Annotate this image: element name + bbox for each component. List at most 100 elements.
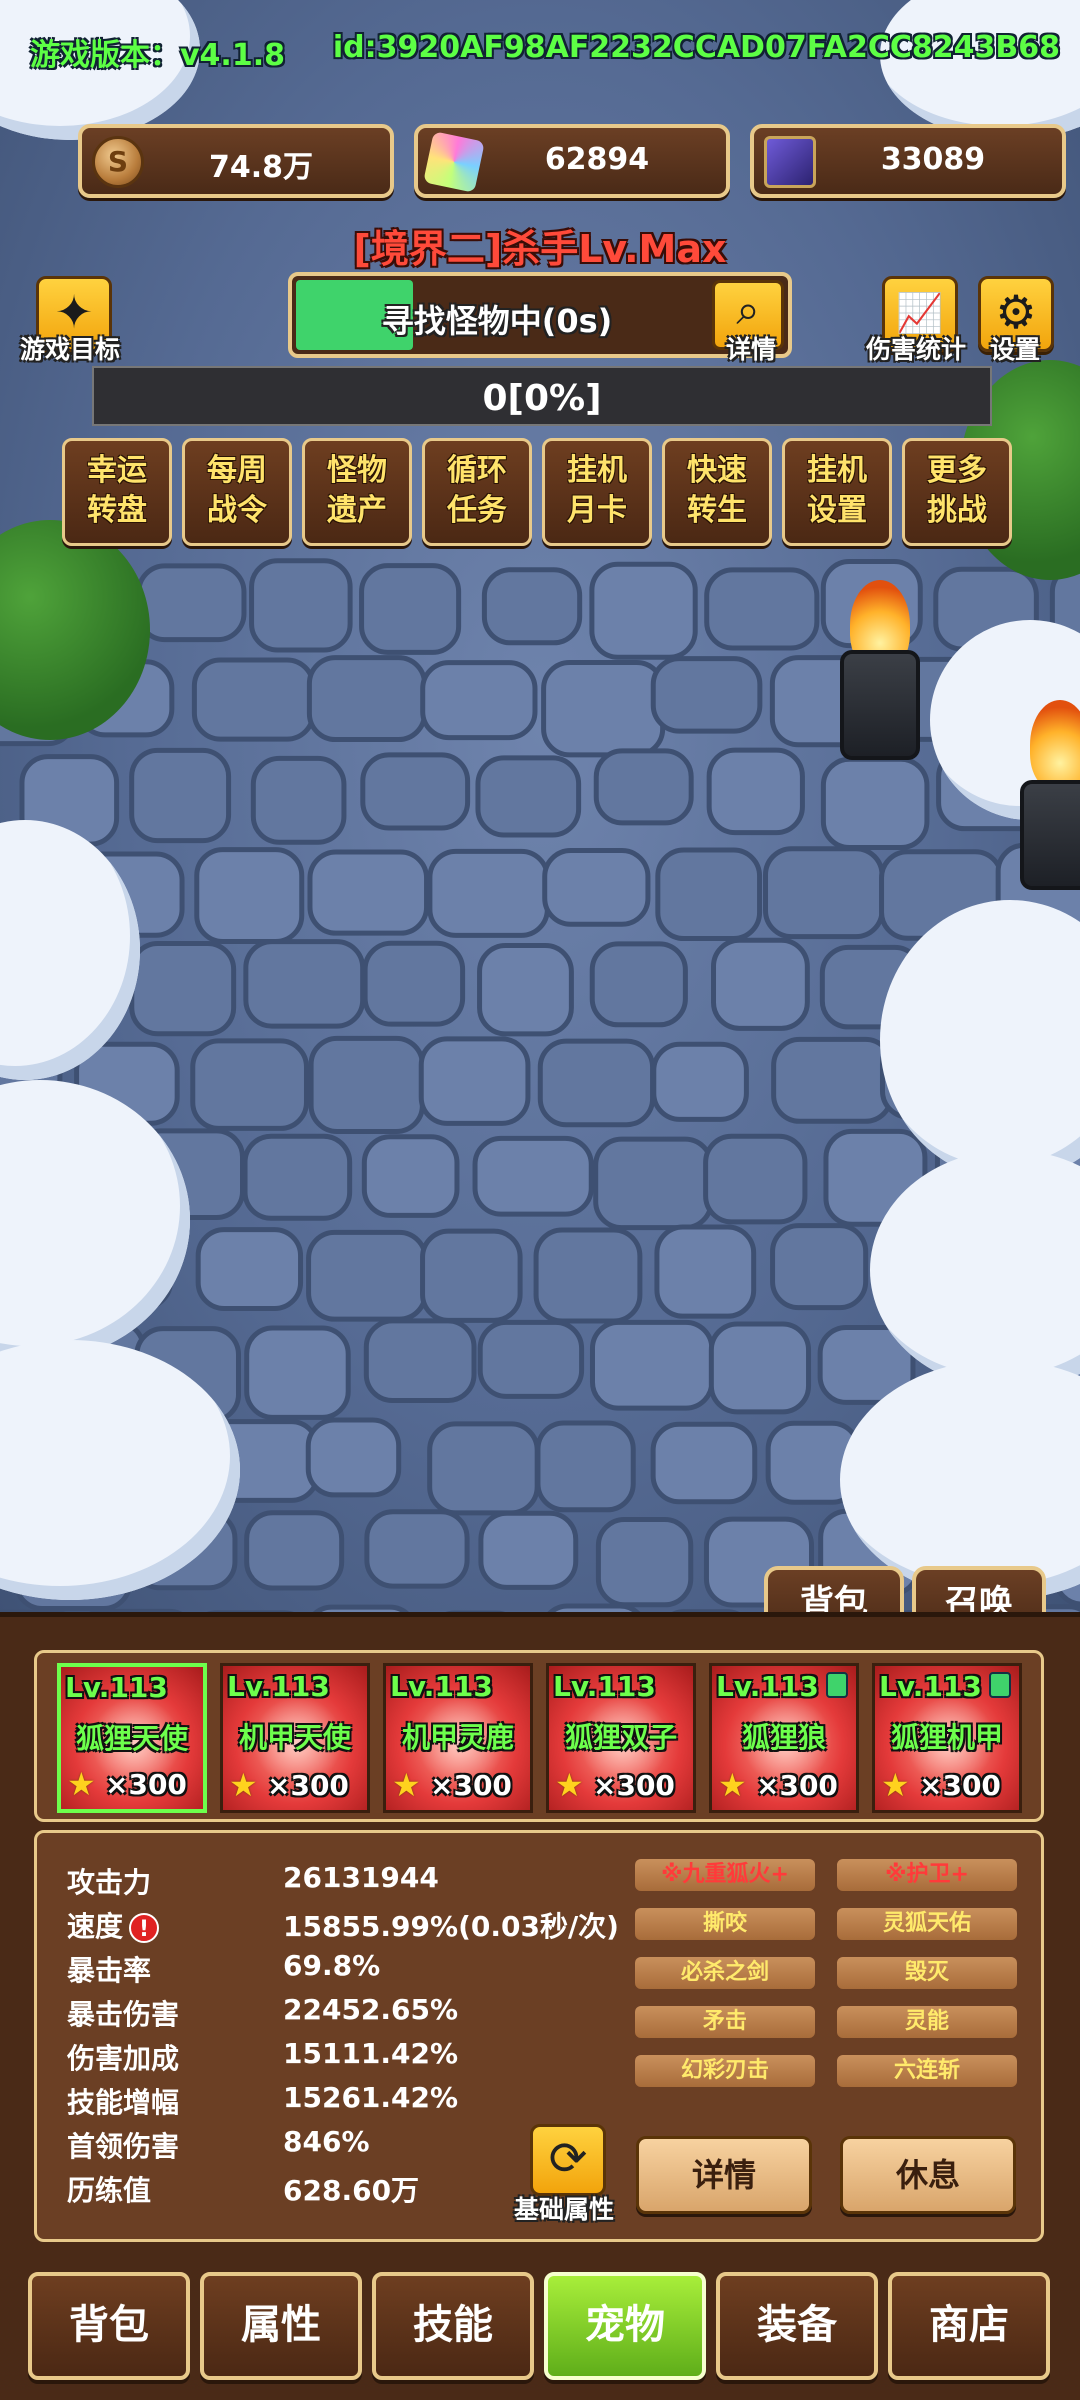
stat-value: 69.8% (283, 1949, 381, 1982)
cobblestone (420, 1228, 523, 1323)
star-icon: ★ (392, 1766, 421, 1804)
cobblestone (708, 1321, 812, 1415)
stat-label: 伤害加成 (67, 2042, 180, 2075)
gold-value: 74.8万 (208, 150, 314, 185)
monster-legacy-button[interactable]: 怪物 遗产 (302, 438, 412, 546)
cobblestone (477, 943, 574, 1037)
game-goal-label: 游戏目标 (20, 335, 121, 364)
feature-label: 怪物 (327, 453, 387, 488)
refresh-icon: ⟳ (548, 2131, 588, 2185)
card-value: 33089 (880, 142, 986, 177)
skill-button[interactable]: 灵能 (835, 2004, 1019, 2040)
cobblestone (359, 563, 462, 655)
lucky-wheel-button[interactable]: 幸运 转盘 (62, 438, 172, 546)
idle-monthly-card-button[interactable]: 挂机 月卡 (542, 438, 652, 546)
feature-label: 设置 (807, 493, 867, 528)
skill-button[interactable]: ※九重狐火+ (633, 1857, 817, 1893)
pet-card[interactable]: Lv.113 机甲灵鹿 ★ ×300 (383, 1663, 533, 1813)
idle-settings-button[interactable]: 挂机 设置 (782, 438, 892, 546)
header-line: 游戏版本：v4.1.8 id:3920AF98AF2232CCAD07FA2CC… (30, 30, 1060, 76)
pet-star-count: ×300 (267, 1769, 349, 1802)
stat-label: 攻击力 (67, 1866, 152, 1899)
pet-card[interactable]: Lv.113 狐狸机甲 ★ ×300 (872, 1663, 1022, 1813)
game-version-text: 游戏版本：v4.1.8 (30, 38, 285, 73)
torch-pillar (1020, 780, 1080, 890)
cobblestone (195, 1227, 304, 1311)
stat-label-group: 速度! (67, 1905, 267, 1945)
nav-attributes[interactable]: 属性 (200, 2272, 362, 2380)
feature-label: 月卡 (567, 493, 627, 528)
pet-star-count: ×300 (430, 1769, 512, 1802)
feature-label: 每周 (207, 453, 267, 488)
pet-level: Lv.113 (65, 1671, 168, 1704)
cobblestone (427, 1421, 540, 1516)
settings-label: 设置 (990, 335, 1041, 364)
cobblestone (703, 1133, 808, 1225)
cobblestone (589, 1319, 715, 1411)
feature-label: 快速 (687, 453, 747, 488)
pet-level: Lv.113 (879, 1670, 982, 1703)
pet-detail-button[interactable]: 详情 (636, 2136, 812, 2214)
skill-button[interactable]: ※护卫+ (835, 1857, 1019, 1893)
quick-rebirth-button[interactable]: 快速 转生 (662, 438, 772, 546)
cobblestone (477, 1319, 585, 1399)
base-attributes-label: 基础属性 (514, 2195, 615, 2224)
stat-value: 22452.65% (283, 1993, 459, 2026)
cobblestone (595, 1517, 694, 1608)
stat-value: 628.60万 (283, 2174, 420, 2207)
coin-icon (92, 136, 144, 188)
weekly-pass-button[interactable]: 每周 战令 (182, 438, 292, 546)
stage-progress-bar: 0[0%] (92, 366, 992, 426)
nav-skills[interactable]: 技能 (372, 2272, 534, 2380)
cobblestone (129, 940, 237, 1037)
search-status-text: 寻找怪物中(0s) (381, 302, 613, 340)
star-icon: ★ (67, 1765, 96, 1803)
feature-label: 更多 (927, 453, 987, 488)
cobblestone (306, 1229, 428, 1322)
cobblestone (191, 657, 316, 742)
crystal-resource[interactable]: 62894 (414, 124, 730, 198)
card-resource[interactable]: 33089 (750, 124, 1066, 198)
pet-list: Lv.113 狐狸天使 ★ ×300 Lv.113 机甲天使 ★ ×300 Lv… (34, 1650, 1044, 1822)
cobblestone (589, 941, 688, 1028)
cobblestone (129, 747, 232, 844)
warning-icon[interactable]: ! (129, 1913, 160, 1943)
base-attributes-button[interactable]: ⟳ (530, 2124, 606, 2196)
pet-level: Lv.113 (716, 1670, 819, 1703)
pet-card[interactable]: Lv.113 狐狸狼 ★ ×300 (709, 1663, 859, 1813)
cobblestone (308, 1035, 425, 1134)
pet-rest-button[interactable]: 休息 (840, 2136, 1016, 2214)
pet-card[interactable]: Lv.113 机甲天使 ★ ×300 (220, 1663, 370, 1813)
crystal-icon (423, 131, 485, 193)
skill-button[interactable]: 灵狐天佑 (835, 1906, 1019, 1942)
skill-button[interactable]: 幻彩刃击 (633, 2053, 817, 2089)
card-icon (764, 136, 816, 188)
skill-button[interactable]: 必杀之剑 (633, 1955, 817, 1991)
nav-equipment[interactable]: 装备 (716, 2272, 878, 2380)
gold-resource[interactable]: 74.8万 (78, 124, 394, 198)
skill-button[interactable]: 六连斩 (835, 2053, 1019, 2089)
crystal-value: 62894 (544, 142, 650, 177)
cobblestone (771, 1036, 894, 1124)
stat-value: 846% (283, 2125, 370, 2158)
pet-card[interactable]: Lv.113 狐狸双子 ★ ×300 (546, 1663, 696, 1813)
cobblestone (190, 1038, 309, 1131)
lock-icon (989, 1672, 1011, 1698)
skill-button[interactable]: 撕咬 (633, 1906, 817, 1942)
nav-pets[interactable]: 宠物 (544, 2272, 706, 2380)
nav-bag[interactable]: 背包 (28, 2272, 190, 2380)
loop-quest-button[interactable]: 循环 任务 (422, 438, 532, 546)
cobblestone (250, 755, 347, 845)
more-challenges-button[interactable]: 更多 挑战 (902, 438, 1012, 546)
stat-value: 15855.99%(0.03秒/次) (283, 1910, 619, 1943)
cobblestone (704, 567, 820, 651)
skill-button[interactable]: 毁灭 (835, 1955, 1019, 1991)
skill-button[interactable]: 矛击 (633, 2004, 817, 2040)
cobblestone (541, 659, 666, 758)
pet-card[interactable]: Lv.113 狐狸天使 ★ ×300 (57, 1663, 207, 1813)
nav-shop[interactable]: 商店 (888, 2272, 1050, 2380)
player-id-text: id:3920AF98AF2232CCAD07FA2CC8243B68 (332, 30, 1060, 65)
pet-star-count: ×300 (105, 1768, 187, 1801)
cobblestone (650, 656, 763, 734)
cobblestone (362, 940, 466, 1027)
